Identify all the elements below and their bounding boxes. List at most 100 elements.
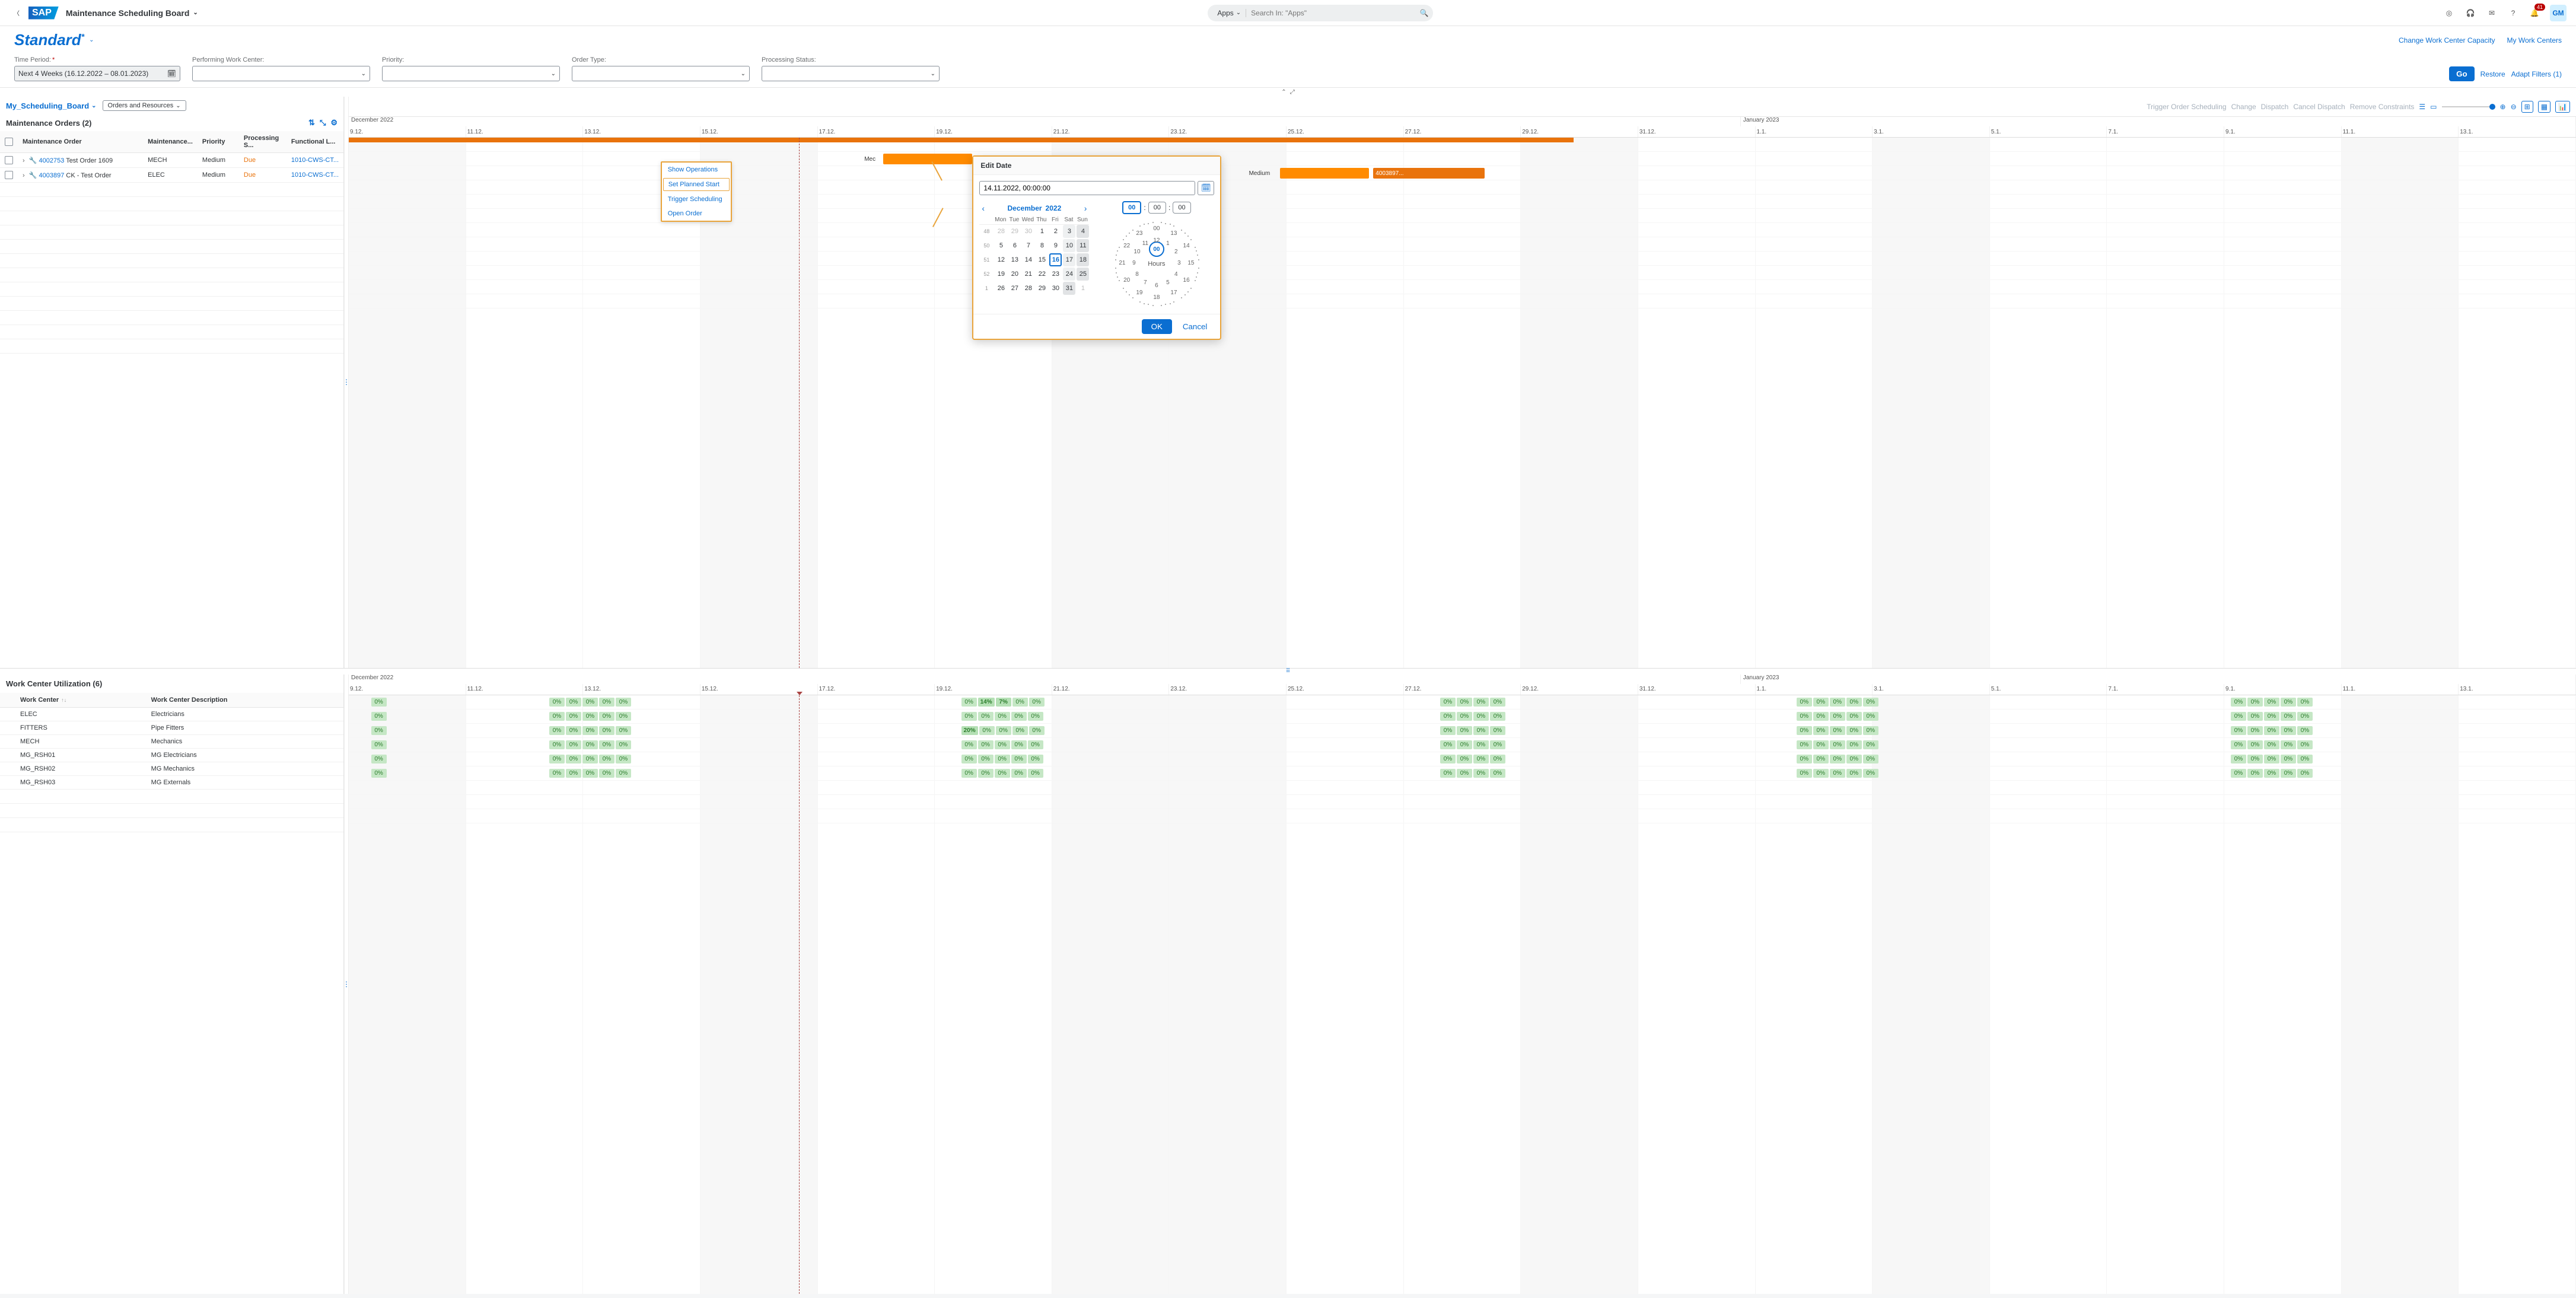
utilization-cell[interactable]: 0% (1830, 698, 1845, 707)
col-funcloc[interactable]: Functional L... (286, 131, 343, 153)
clock-hour[interactable]: 5 (1163, 279, 1173, 286)
change-capacity-link[interactable]: Change Work Center Capacity (2399, 36, 2495, 44)
calendar-month[interactable]: December (1008, 204, 1042, 212)
utilization-cell[interactable]: 0% (2281, 698, 2296, 707)
utilization-cell[interactable]: 0% (1457, 726, 1472, 735)
back-button[interactable]: 〈 (9, 6, 24, 20)
utilization-cell[interactable]: 0% (1813, 755, 1829, 763)
utilization-cell[interactable]: 14% (978, 698, 995, 707)
utilization-cell[interactable]: 0% (599, 712, 614, 721)
clock-hour[interactable]: 00 (1152, 225, 1161, 232)
table-row[interactable]: MG_RSH02MG Mechanics (0, 762, 343, 775)
utilization-cell[interactable]: 0% (566, 712, 581, 721)
utilization-cell[interactable]: 0% (961, 755, 977, 763)
zoom-out-icon[interactable]: ⊖ (2511, 103, 2517, 111)
col-work-center[interactable]: Work Center↑↓ (14, 693, 145, 708)
table-row[interactable]: › 🔧 4003897 CK - Test Order ELEC Medium … (0, 168, 343, 183)
utilization-cell[interactable]: 0% (1473, 769, 1489, 778)
utilization-cell[interactable]: 0% (1490, 726, 1505, 735)
utilization-cell[interactable]: 0% (599, 740, 614, 749)
open-picker-button[interactable]: 🗓 (1198, 181, 1214, 195)
calendar-day[interactable]: 20 (1008, 268, 1021, 281)
utilization-cell[interactable]: 0% (961, 712, 977, 721)
utilization-cell[interactable]: 0% (1440, 698, 1456, 707)
horizontal-splitter[interactable]: ⠿ (0, 669, 2576, 675)
utilization-cell[interactable]: 0% (582, 755, 598, 763)
utilization-cell[interactable]: 0% (1440, 726, 1456, 735)
utilization-cell[interactable]: 0% (1830, 726, 1845, 735)
funcloc-link[interactable]: 1010-CWS-CT... (286, 153, 343, 168)
utilization-cell[interactable]: 0% (1028, 740, 1043, 749)
utilization-cell[interactable]: 0% (2231, 740, 2246, 749)
utilization-cell[interactable]: 0% (2247, 755, 2263, 763)
utilization-cell[interactable]: 0% (2297, 755, 2313, 763)
calendar-day[interactable]: 10 (1063, 239, 1075, 252)
utilization-cell[interactable]: 0% (978, 769, 994, 778)
collapse-header-bar[interactable]: ⌃ ⤢ (0, 87, 2576, 97)
utilization-cell[interactable]: 0% (1028, 712, 1043, 721)
clock-hour[interactable]: 3 (1174, 260, 1184, 266)
utilization-cell[interactable]: 0% (2281, 740, 2296, 749)
zoom-in-icon[interactable]: ⊕ (2500, 103, 2506, 111)
calendar-day[interactable]: 31 (1063, 282, 1075, 295)
utilization-cell[interactable]: 0% (599, 698, 614, 707)
utilization-cell[interactable]: 0% (2264, 712, 2279, 721)
table-row[interactable]: MG_RSH01MG Electricians (0, 748, 343, 762)
calendar-day[interactable]: 12 (995, 253, 1007, 266)
utilization-cell[interactable]: 0% (549, 755, 565, 763)
utilization-cell[interactable]: 0% (1846, 726, 1862, 735)
col-priority[interactable]: Priority (198, 131, 239, 153)
calendar-day[interactable]: 2 (1049, 225, 1062, 238)
utilization-cell[interactable]: 7% (996, 698, 1011, 707)
row-checkbox[interactable] (5, 171, 13, 179)
expand-icon[interactable]: › (23, 172, 25, 179)
utilization-cell[interactable]: 0% (616, 740, 631, 749)
utilization-cell[interactable]: 0% (979, 726, 995, 735)
utilization-cell[interactable]: 0% (1797, 755, 1812, 763)
utilization-cell[interactable]: 0% (1490, 755, 1505, 763)
utilization-cell[interactable]: 0% (582, 712, 598, 721)
variant-dropdown-icon[interactable]: ⌄ (89, 37, 94, 43)
calendar-day[interactable]: 26 (995, 282, 1007, 295)
utilization-cell[interactable]: 0% (582, 740, 598, 749)
utilization-cell[interactable]: 0% (1813, 740, 1829, 749)
dispatch-button[interactable]: Dispatch (2261, 103, 2289, 111)
utilization-cell[interactable]: 0% (2281, 755, 2296, 763)
menu-show-operations[interactable]: Show Operations (662, 163, 731, 177)
utilization-cell[interactable]: 0% (1490, 698, 1505, 707)
utilization-cell[interactable]: 0% (582, 726, 598, 735)
utilization-cell[interactable]: 0% (1846, 769, 1862, 778)
utilization-cell[interactable]: 0% (2264, 740, 2279, 749)
utilization-cell[interactable]: 0% (1846, 698, 1862, 707)
calendar-day[interactable]: 3 (1063, 225, 1075, 238)
gantt-bar-order-2[interactable]: Medium (1280, 168, 1369, 179)
utilization-cell[interactable]: 0% (1029, 726, 1045, 735)
adapt-filters-button[interactable]: Adapt Filters (1) (2511, 70, 2562, 78)
clock-hour[interactable]: 15 (1186, 260, 1196, 266)
prev-month-button[interactable]: ‹ (979, 203, 987, 213)
clock-hour[interactable]: 1 (1163, 240, 1173, 247)
order-number-link[interactable]: 4002753 (39, 157, 65, 164)
datetime-input[interactable] (979, 181, 1195, 195)
calendar-day[interactable]: 23 (1049, 268, 1062, 281)
clock-hour[interactable]: 22 (1122, 243, 1132, 249)
clock-hour[interactable]: 7 (1141, 279, 1150, 286)
utilization-cell[interactable]: 0% (566, 769, 581, 778)
clock-hour[interactable]: 6 (1152, 282, 1161, 289)
calendar-day[interactable]: 22 (1036, 268, 1048, 281)
utilization-cell[interactable]: 0% (2231, 712, 2246, 721)
calendar-day[interactable]: 7 (1022, 239, 1034, 252)
utilization-cell[interactable]: 0% (1011, 740, 1027, 749)
utilization-cell[interactable]: 0% (2281, 712, 2296, 721)
utilization-cell[interactable]: 0% (599, 769, 614, 778)
utilization-cell[interactable]: 0% (566, 726, 581, 735)
utilization-cell[interactable]: 0% (1028, 769, 1043, 778)
utilization-cell[interactable]: 0% (582, 769, 598, 778)
utilization-cell[interactable]: 0% (2231, 755, 2246, 763)
utilization-cell[interactable]: 0% (2247, 740, 2263, 749)
utilization-cell[interactable]: 0% (599, 755, 614, 763)
utilization-cell[interactable]: 0% (2247, 726, 2263, 735)
utilization-cell[interactable]: 0% (1473, 712, 1489, 721)
utilization-cell[interactable]: 0% (978, 740, 994, 749)
clock-hour[interactable]: 14 (1182, 243, 1191, 249)
